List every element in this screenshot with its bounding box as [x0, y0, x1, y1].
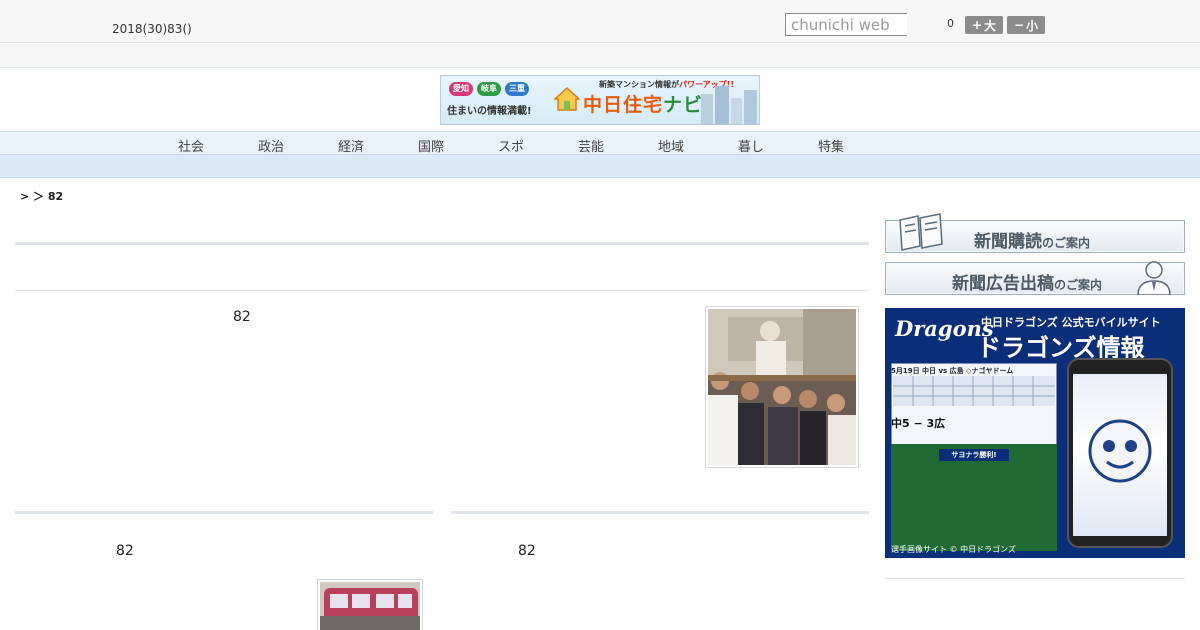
nav-item-8[interactable]: 暮し [738, 136, 764, 155]
dragons-score: 中5 − 3広 [891, 417, 946, 430]
main-nav: 社会 政治 経済 国際 スポ 芸能 地域 暮し 特集 [0, 131, 1200, 155]
main-article-number[interactable]: 82 [233, 309, 251, 325]
nav-item-7[interactable]: 地域 [658, 136, 684, 155]
house-icon [554, 86, 580, 111]
top-bar: 2018(30)83() 0 + 大 − 小 [0, 0, 1200, 43]
secondary-strip [0, 43, 1200, 68]
dragons-mobile-ad[interactable]: Dragons 中日ドラゴンズ 公式モバイルサイト ドラゴンズ情報 5月19日 … [885, 308, 1185, 558]
counter-text: 0 [947, 17, 954, 30]
font-size-larger-button[interactable]: + 大 [965, 16, 1003, 34]
nav-item-9[interactable]: 特集 [818, 136, 844, 155]
plus-icon: + [971, 18, 983, 32]
ad-label: 新聞広告出稿のご案内 [952, 274, 1103, 294]
font-size-smaller-button[interactable]: − 小 [1007, 16, 1045, 34]
left-article-number[interactable]: 82 [116, 543, 134, 559]
minus-icon: − [1013, 18, 1025, 32]
right-article-number[interactable]: 82 [518, 543, 536, 559]
breadcrumb[interactable]: > ＞ 82 [20, 188, 63, 204]
subscription-label: 新聞購読のご案内 [974, 232, 1091, 252]
nav-item-5[interactable]: スポ [498, 136, 524, 155]
banner-pill-gifu: 岐阜 [477, 82, 501, 96]
dragons-win-label: サヨナラ勝利! [939, 449, 1009, 461]
city-skyline-icon [701, 86, 757, 124]
newspaper-subscription-button[interactable]: 新聞購読のご案内 [885, 213, 1185, 253]
train-photo-image [320, 582, 420, 630]
sidebar-divider [885, 578, 1185, 579]
section-divider [15, 242, 869, 245]
article-divider [15, 290, 869, 291]
person-icon [1137, 261, 1171, 295]
dragons-game-info: 5月19日 中日 vs 広島 ◇ナゴヤドーム [891, 367, 1014, 375]
nav-item-2[interactable]: 政治 [258, 136, 284, 155]
current-date: 2018(30)83() [112, 22, 192, 36]
housing-navi-banner[interactable]: 愛知 岐阜 三重 住まいの情報満載! 新築マンション情報がパワーアップ!! 中日… [440, 75, 760, 125]
newspaper-icon [899, 213, 943, 251]
scoreboard-grid [893, 376, 1055, 406]
dragons-mascot-icon [1088, 419, 1152, 483]
left-article-photo[interactable] [317, 579, 423, 630]
nav-item-1[interactable]: 社会 [178, 136, 204, 155]
right-column-divider [451, 511, 869, 514]
banner-tagline: 住まいの情報満載! [447, 106, 532, 117]
festival-photo-image [708, 309, 856, 465]
left-column-divider [15, 511, 433, 514]
nav-item-3[interactable]: 経済 [338, 136, 364, 155]
banner-brand: 中日住宅ナビ [583, 94, 704, 116]
font-larger-label: 大 [984, 18, 997, 33]
nav-item-4[interactable]: 国際 [418, 136, 444, 155]
font-smaller-label: 小 [1026, 18, 1039, 33]
newspaper-ad-button[interactable]: 新聞広告出稿のご案内 [885, 261, 1185, 295]
main-article-photo[interactable] [705, 306, 859, 468]
sub-nav [0, 155, 1200, 178]
dragons-footer: 選手画像サイト © 中日ドラゴンズ [891, 545, 1016, 554]
banner-pill-aichi: 愛知 [449, 82, 473, 96]
banner-pill-mie: 三重 [505, 82, 529, 96]
search-input[interactable] [785, 13, 907, 36]
nav-item-6[interactable]: 芸能 [578, 136, 604, 155]
